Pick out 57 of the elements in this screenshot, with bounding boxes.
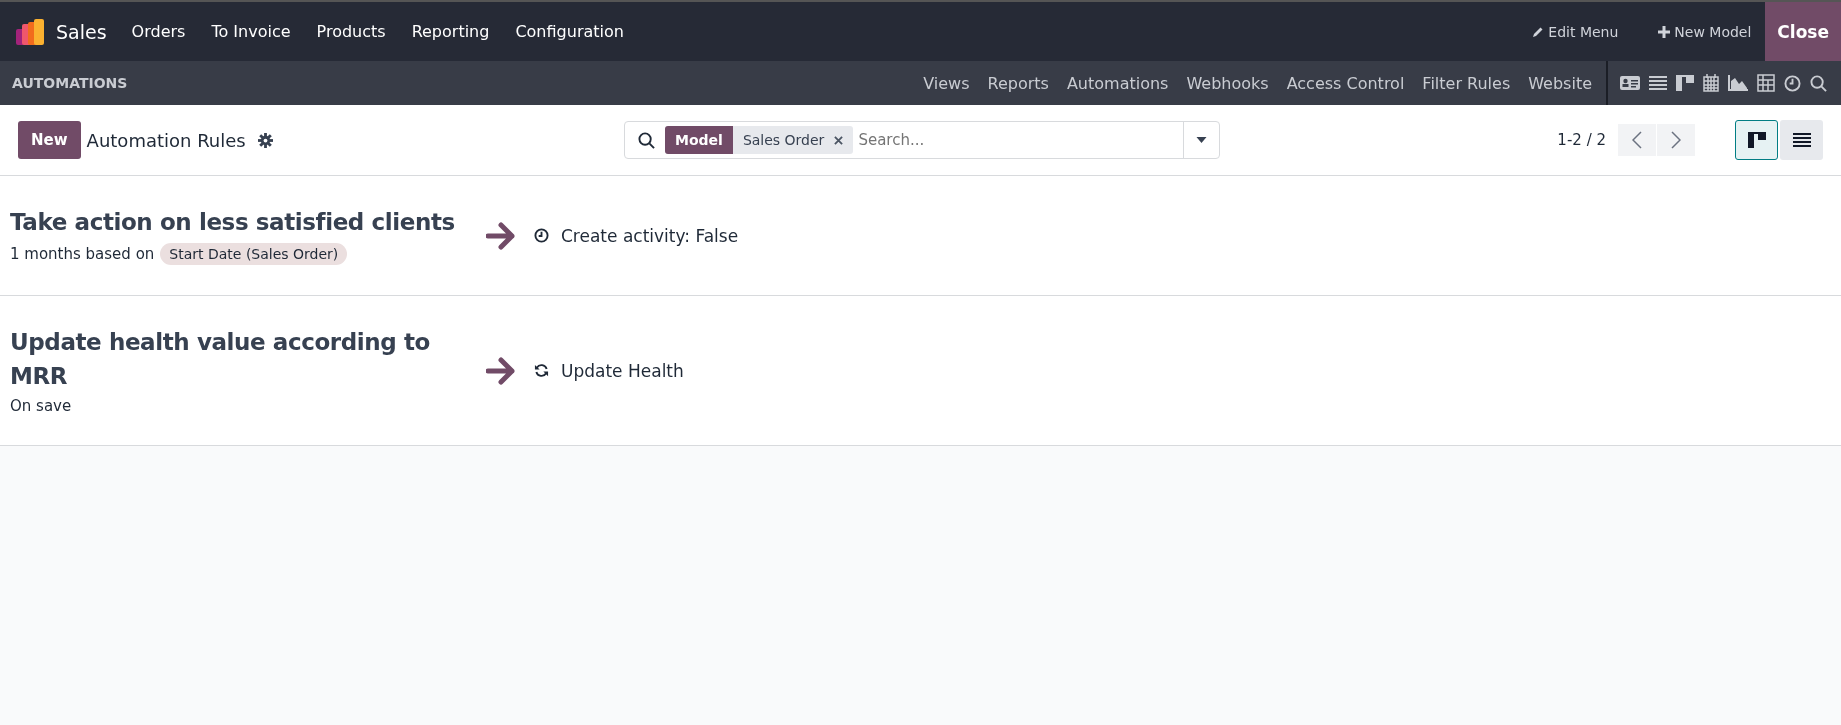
studio-tab[interactable]: Views bbox=[914, 73, 979, 93]
app-name[interactable]: Sales bbox=[56, 20, 107, 43]
facet-label: Model bbox=[665, 126, 733, 154]
edit-menu-button[interactable]: Edit Menu bbox=[1512, 23, 1639, 40]
search-icon[interactable] bbox=[1810, 74, 1827, 92]
kanban-view-button[interactable] bbox=[1735, 120, 1778, 160]
clock-icon[interactable] bbox=[1784, 74, 1801, 92]
arrow-right-icon bbox=[486, 356, 516, 385]
chevron-right-icon bbox=[1671, 131, 1681, 149]
form-view-icon[interactable] bbox=[1620, 75, 1640, 91]
caret-icon bbox=[1196, 137, 1207, 143]
chevron-left-icon bbox=[1632, 131, 1642, 149]
menu-item[interactable]: Configuration bbox=[502, 2, 637, 61]
pencil-icon bbox=[1532, 25, 1545, 38]
refresh-icon bbox=[534, 363, 549, 379]
rule-card[interactable]: Take action on less satisfied clients 1 months based on Start Date (Sales Order) Create activity: False bbox=[0, 176, 1841, 297]
rule-name: Update health value according to MRR bbox=[10, 328, 431, 391]
calendar-view-icon[interactable] bbox=[1703, 74, 1719, 92]
list-view-button[interactable] bbox=[1780, 120, 1823, 160]
rule-name: Take action on less satisfied clients bbox=[10, 208, 456, 237]
gear-icon[interactable] bbox=[257, 132, 273, 148]
list-icon bbox=[1792, 132, 1811, 148]
rule-trigger: 1 months based on bbox=[10, 245, 155, 264]
facet-value: Sales Order bbox=[741, 132, 826, 148]
new-model-button[interactable]: New Model bbox=[1638, 23, 1766, 40]
menu-item[interactable]: Reporting bbox=[398, 2, 503, 61]
remove-icon[interactable] bbox=[834, 135, 844, 145]
studio-tab[interactable]: Webhooks bbox=[1177, 73, 1278, 93]
studio-tab[interactable]: Access Control bbox=[1277, 73, 1414, 93]
kanban-view-icon[interactable] bbox=[1676, 75, 1694, 91]
rule-action: Create activity: False bbox=[561, 225, 739, 246]
studio-tab[interactable]: Filter Rules bbox=[1413, 73, 1520, 93]
studio-tab[interactable]: Automations bbox=[1057, 73, 1178, 93]
new-button[interactable]: New bbox=[18, 121, 81, 159]
trigger-field-tag: Start Date (Sales Order) bbox=[160, 243, 348, 266]
studio-tab[interactable]: Reports bbox=[978, 73, 1058, 93]
search-icon bbox=[638, 131, 655, 149]
clock-icon bbox=[534, 228, 549, 244]
plus-icon bbox=[1658, 25, 1671, 38]
search-bar[interactable]: Model Sales Order Search... bbox=[624, 121, 1220, 159]
menu-item[interactable]: Orders bbox=[118, 2, 199, 61]
rule-card[interactable]: Update health value according to MRR On save Update Health bbox=[0, 296, 1841, 447]
list-view-icon[interactable] bbox=[1649, 75, 1667, 91]
rule-action: Update Health bbox=[561, 360, 684, 381]
page-title: Automation Rules bbox=[86, 129, 246, 151]
menu-item[interactable]: Products bbox=[303, 2, 399, 61]
rule-trigger: On save bbox=[10, 397, 72, 416]
arrow-right-icon bbox=[486, 221, 516, 250]
studio-tab[interactable]: Website bbox=[1519, 73, 1601, 93]
area-chart-icon[interactable] bbox=[1728, 75, 1748, 91]
studio-title: AUTOMATIONS bbox=[12, 75, 128, 91]
pivot-table-icon[interactable] bbox=[1757, 74, 1775, 92]
close-button[interactable]: Close bbox=[1765, 2, 1841, 61]
bar-chart-logo-icon[interactable] bbox=[16, 18, 44, 45]
kanban-icon bbox=[1747, 132, 1766, 148]
pager-value: 1-2 / 2 bbox=[1557, 131, 1606, 149]
menu-item[interactable]: To Invoice bbox=[198, 2, 304, 61]
